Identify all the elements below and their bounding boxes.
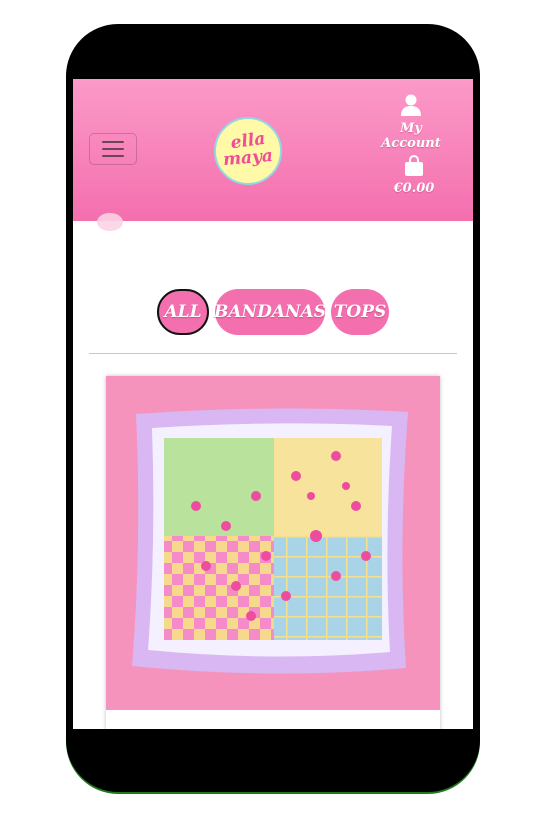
logo-text-line2: maya (222, 145, 274, 171)
account-label: My Account (381, 121, 441, 151)
cart-total: €0.00 (393, 181, 435, 196)
scarf-illustration (132, 408, 408, 674)
decorative-petal (97, 213, 123, 231)
user-icon (401, 94, 421, 116)
brand-logo[interactable]: ella maya (214, 117, 282, 185)
site-header: ella maya My Account €0.00 (73, 79, 473, 221)
my-account-link[interactable]: My Account (369, 93, 453, 151)
filter-tops-button[interactable]: TOPS (331, 289, 389, 335)
menu-toggle-button[interactable] (89, 133, 137, 165)
product-image[interactable] (106, 376, 440, 710)
hamburger-icon-bar (102, 141, 124, 143)
filter-all-button[interactable]: ALL (157, 289, 209, 335)
hamburger-icon-bar (102, 148, 124, 150)
app-screen: ella maya My Account €0.00 ALL BANDANAS … (73, 79, 473, 729)
cart-link[interactable]: €0.00 (389, 155, 439, 196)
product-card[interactable] (106, 376, 440, 729)
divider (89, 353, 457, 354)
filter-bandanas-button[interactable]: BANDANAS (214, 289, 326, 335)
hamburger-icon-bar (102, 155, 124, 157)
bag-icon (405, 155, 423, 176)
category-filters: ALL BANDANAS TOPS (73, 289, 473, 339)
